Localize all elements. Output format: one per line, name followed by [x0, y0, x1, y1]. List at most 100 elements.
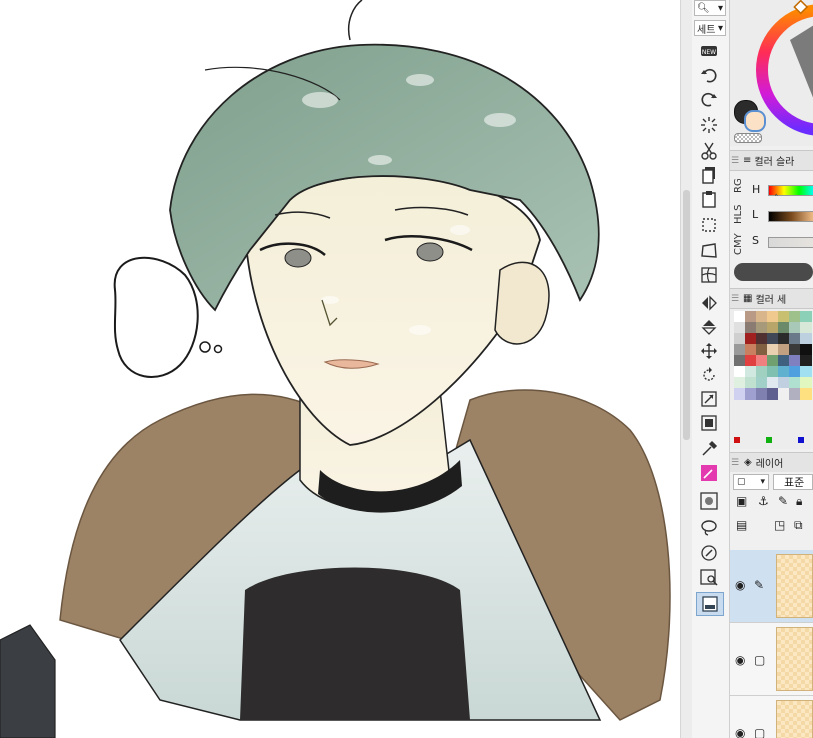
layer-panel-header[interactable]: ☰ ◈ 레이어	[730, 452, 813, 473]
primary-color-dot[interactable]	[798, 437, 804, 443]
lightness-slider[interactable]	[768, 211, 813, 222]
transparent-color-swatch[interactable]	[734, 133, 762, 143]
new-folder-icon[interactable]: ⧉	[794, 518, 803, 533]
mesh-transform-button[interactable]	[696, 264, 722, 286]
primary-color-dot[interactable]	[734, 437, 740, 443]
saturation-slider[interactable]	[768, 237, 813, 248]
tab-hls[interactable]: HLS	[733, 201, 747, 227]
new-layer-icon[interactable]: ◳	[774, 518, 785, 532]
layer-panel-toolbar: ▢ ▾ 표준 ▣ ⚓ ✎ 🔒︎ ▤ ◳ ⧉	[730, 472, 813, 540]
chevron-down-icon: ▾	[717, 22, 723, 34]
grip-icon: ☰	[730, 457, 740, 468]
layer-property-button[interactable]	[696, 490, 722, 512]
resize-icon	[701, 415, 717, 431]
monitor-search-icon	[700, 569, 718, 586]
rotate-button[interactable]	[696, 364, 722, 386]
magnifier-icon: 🔍︎	[697, 2, 710, 14]
color-slider-panel-header[interactable]: ☰ ≡ 컬러 슬라	[730, 150, 813, 171]
selection-tool-button[interactable]	[696, 214, 722, 236]
brush-size-bar[interactable]	[734, 263, 813, 281]
scrollbar-thumb[interactable]	[683, 190, 690, 440]
blend-mode-dropdown[interactable]: 표준	[773, 474, 813, 490]
layers-icon: ◈	[744, 457, 752, 468]
lasso-tool-button[interactable]	[696, 516, 722, 538]
color-slider-panel-title: 컬러 슬라	[754, 157, 795, 168]
copy-button[interactable]	[696, 164, 722, 186]
set-dropdown[interactable]: 세트 ▾	[694, 20, 726, 36]
resize-canvas-button[interactable]	[696, 412, 722, 434]
eyedropper-button[interactable]	[696, 438, 722, 460]
cut-button[interactable]	[696, 140, 722, 162]
eyedropper-icon	[702, 440, 718, 456]
palette-icon: ▦	[743, 293, 753, 304]
layer-thumbnail	[776, 554, 813, 618]
clear-button[interactable]	[696, 114, 722, 136]
navigator-button[interactable]	[696, 592, 724, 616]
auto-select-button[interactable]	[696, 542, 722, 564]
redo-button[interactable]	[696, 88, 722, 110]
color-swatch[interactable]	[800, 388, 812, 400]
navigator-icon	[702, 596, 718, 612]
slider-label-h: H	[752, 183, 761, 196]
right-panels: ☰ ≡ 컬러 슬라 RG HLS CMY H ˄ L S ☰ ▦ 컬러 세 ☰ …	[730, 0, 813, 738]
zoom-tool-combo[interactable]: 🔍︎ ▾	[694, 0, 726, 16]
tab-rgb[interactable]: RG	[733, 175, 747, 197]
layer-panel-menu-icon[interactable]: ▤	[736, 518, 747, 532]
lasso-icon	[701, 520, 717, 536]
move-arrows-icon	[701, 343, 717, 359]
color-set-grid[interactable]	[730, 309, 813, 449]
drawing-canvas[interactable]	[0, 0, 680, 738]
rotate-icon	[703, 367, 715, 381]
chevron-down-icon: ▾	[760, 477, 765, 487]
tab-cmy[interactable]: CMY	[733, 231, 747, 257]
clipboard-icon	[702, 191, 716, 208]
flip-vertical-button[interactable]	[696, 316, 722, 338]
scale-button[interactable]	[696, 388, 722, 410]
paste-button[interactable]	[696, 188, 722, 210]
flip-vertical-icon	[701, 320, 717, 335]
move-button[interactable]	[696, 340, 722, 362]
flip-icon	[702, 295, 717, 311]
eye-icon[interactable]: ◉	[735, 726, 745, 738]
chevron-down-icon: ▾	[717, 2, 723, 14]
layer-color-dropdown[interactable]: ▢ ▾	[733, 474, 769, 490]
clipping-icon[interactable]: ▣	[736, 494, 747, 508]
free-transform-icon	[701, 243, 717, 258]
scissors-icon	[701, 142, 717, 160]
new-file-button[interactable]: NEW	[696, 40, 722, 62]
slider-caret-icon: ˄	[774, 194, 779, 204]
reference-layer-icon[interactable]: ⚓	[758, 494, 769, 508]
grip-icon: ☰	[730, 293, 740, 304]
layer-panel-title: 레이어	[755, 459, 784, 470]
mesh-icon	[701, 267, 717, 283]
checkbox-icon[interactable]: ▢	[754, 653, 765, 667]
primary-color-dot[interactable]	[766, 437, 772, 443]
eye-icon[interactable]: ◉	[735, 578, 745, 592]
color-wheel[interactable]	[730, 0, 813, 146]
svg-text:NEW: NEW	[702, 49, 716, 56]
color-set-panel-header[interactable]: ☰ ▦ 컬러 세	[730, 288, 813, 309]
sub-color-swatch[interactable]	[744, 110, 766, 132]
undo-button[interactable]	[696, 64, 722, 86]
pen-icon[interactable]: ✎	[754, 578, 764, 592]
layer-row[interactable]: ◉ ✎	[730, 550, 813, 623]
layer-thumbnail	[776, 700, 813, 738]
tool-palette: 🔍︎ ▾ 세트 ▾ NEW	[692, 0, 730, 738]
square-icon: ▢	[737, 477, 746, 487]
set-dropdown-label: 세트	[697, 24, 716, 36]
layer-settings-icon	[700, 492, 718, 510]
preview-button[interactable]	[696, 566, 722, 588]
flip-horizontal-button[interactable]	[696, 292, 722, 314]
layer-row[interactable]: ◉ ▢	[730, 696, 813, 738]
layer-row[interactable]: ◉ ▢	[730, 623, 813, 696]
lock-icon[interactable]: 🔒︎	[796, 494, 802, 509]
draft-layer-icon[interactable]: ✎	[778, 494, 788, 508]
scale-icon	[701, 391, 717, 407]
color-wheel-panel[interactable]	[730, 0, 813, 146]
transform-button[interactable]	[696, 240, 722, 262]
checkbox-icon[interactable]: ▢	[754, 726, 765, 738]
color-picker-button[interactable]	[696, 462, 722, 484]
eye-icon[interactable]: ◉	[735, 653, 745, 667]
redo-icon	[701, 92, 717, 107]
character-illustration	[0, 0, 671, 738]
